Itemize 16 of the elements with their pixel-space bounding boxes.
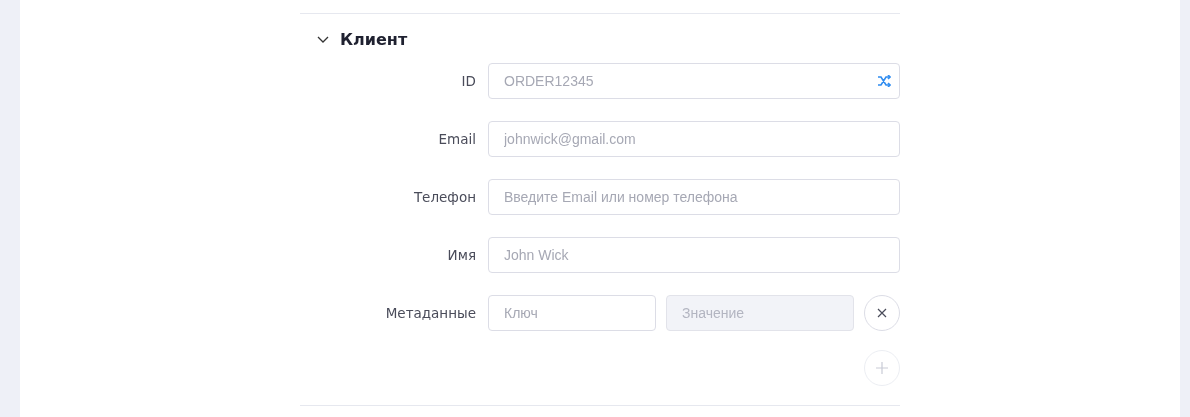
section-header[interactable]: Клиент — [300, 15, 900, 63]
input-field[interactable]: John Wick — [488, 237, 900, 273]
input-field[interactable]: johnwick@gmail.com — [488, 121, 900, 157]
plus-icon — [876, 362, 888, 374]
key-field[interactable]: Ключ — [488, 295, 656, 331]
field-label: Email — [437, 131, 477, 147]
field-label: Имя — [446, 247, 477, 263]
field-label: Телефон — [412, 189, 477, 205]
shuffle-icon[interactable] — [877, 75, 891, 87]
section-title: Клиент — [340, 29, 408, 49]
field-label: ID — [460, 73, 477, 89]
close-icon — [877, 308, 887, 318]
field-label: Метаданные — [384, 305, 477, 321]
input-field[interactable]: ORDER12345 — [488, 63, 900, 99]
remove-button[interactable] — [864, 295, 900, 331]
input-field[interactable]: Введите Email или номер телефона — [488, 179, 900, 215]
